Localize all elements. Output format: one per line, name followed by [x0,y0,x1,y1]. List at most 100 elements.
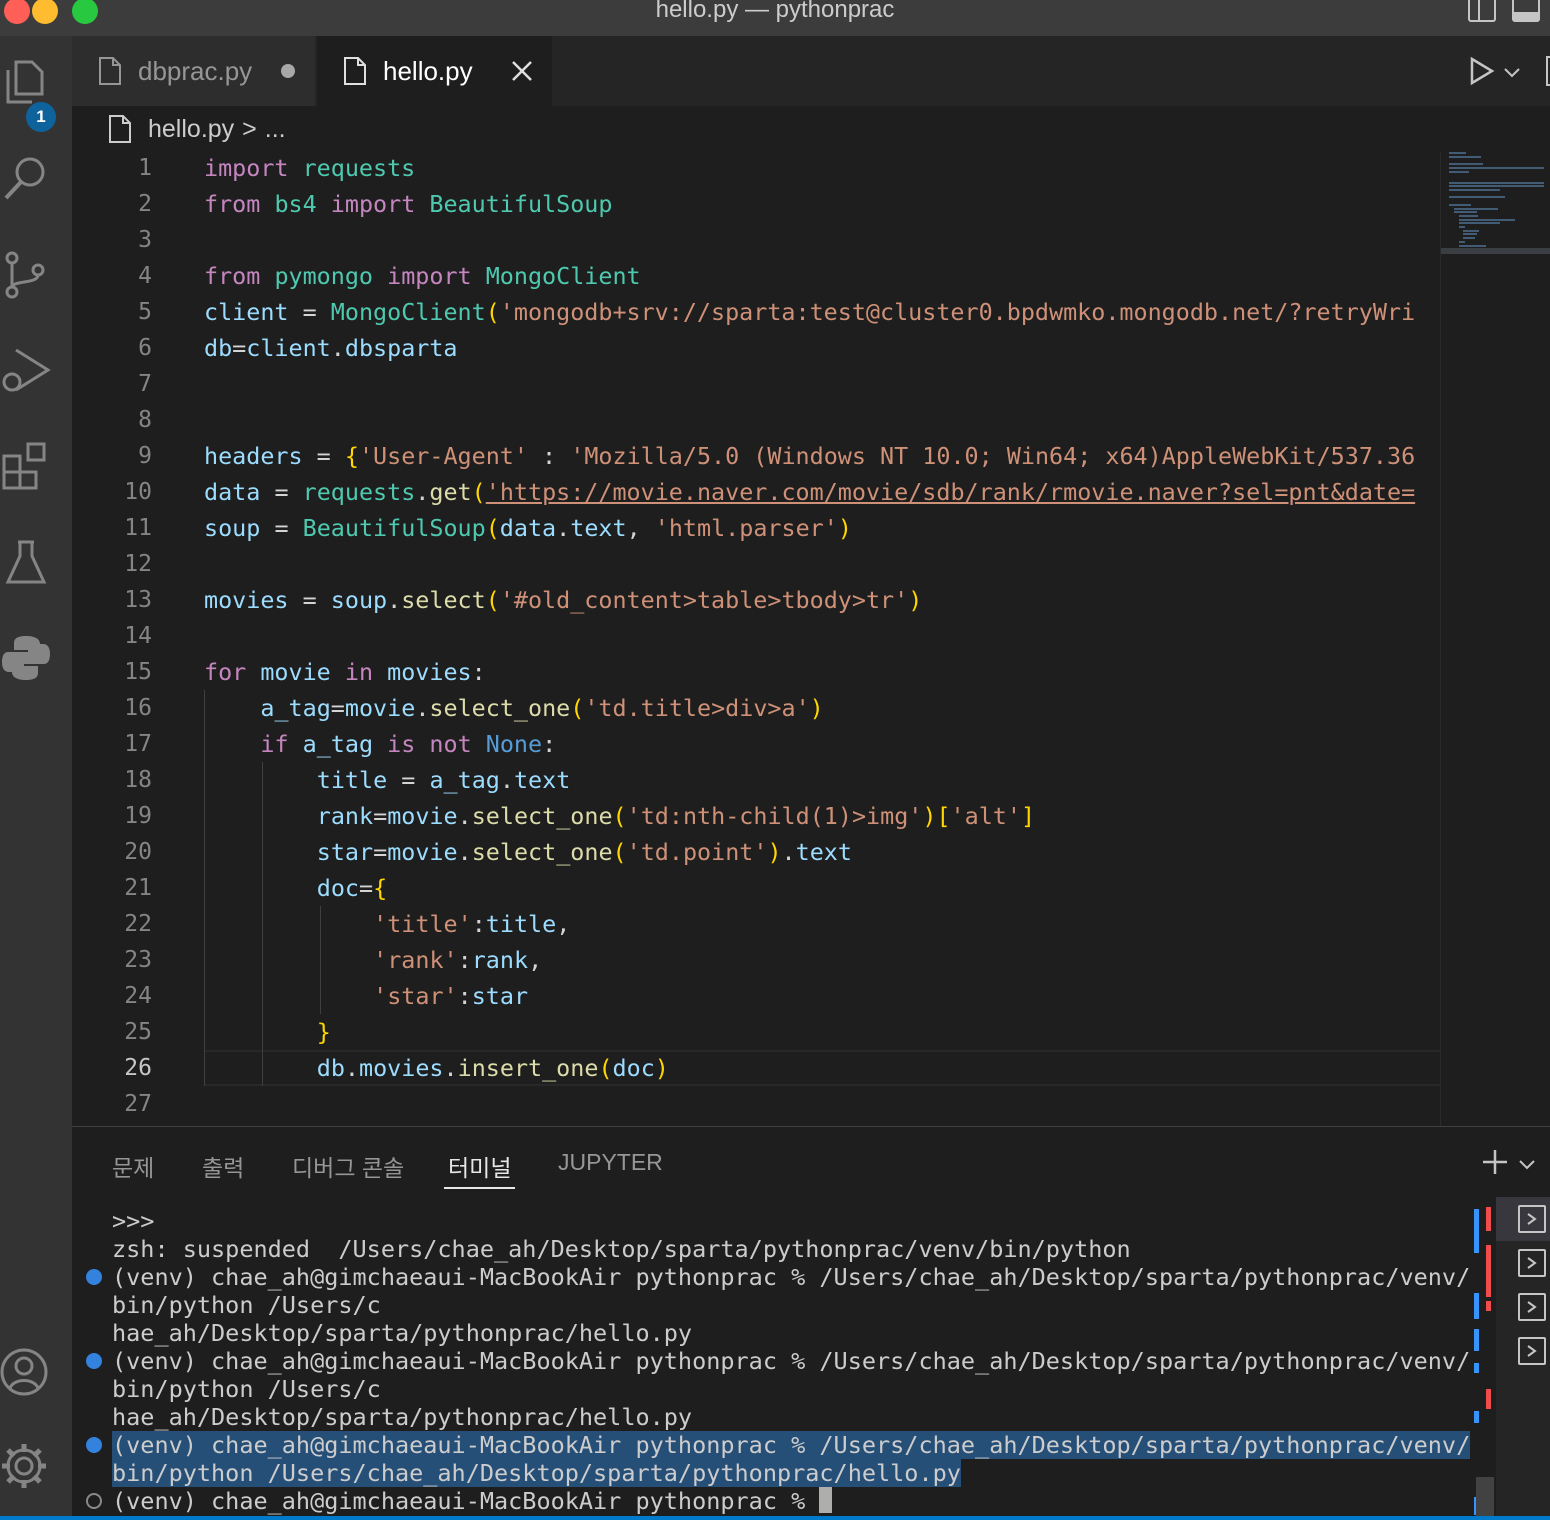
code-line: rank=movie.select_one('td:nth-child(1)>i… [316,802,1036,830]
status-bar-edge [0,1516,1550,1520]
tab-output[interactable]: 출력 [202,1149,244,1183]
minimap-line [1458,219,1515,221]
account-icon [0,1348,48,1396]
line-number: 8 [138,407,152,433]
new-terminal-plus-icon[interactable] [1480,1147,1510,1177]
terminal-line: hae_ah/Desktop/sparta/pythonprac/hello.p… [112,1319,693,1347]
terminal-line: (venv) chae_ah@gimchaeaui-MacBookAir pyt… [112,1263,1471,1291]
activity-run-debug[interactable] [0,344,56,400]
run-debug-icon [2,348,51,392]
tab-problems[interactable]: 문제 [112,1149,154,1183]
terminal[interactable]: >>> zsh: suspended /Users/chae_ah/Desktop… [72,1197,1478,1520]
terminal-scrollbar[interactable] [1474,1197,1496,1520]
activity-search[interactable] [0,152,56,208]
file-icon [344,57,366,85]
active-tab-indicator [444,1187,515,1189]
activity-explorer[interactable]: 1 [0,56,56,132]
line-number: 9 [138,443,152,469]
terminal-line: (venv) chae_ah@gimchaeaui-MacBookAir pyt… [112,1487,833,1515]
terminal-line: (venv) chae_ah@gimchaeaui-MacBookAir pyt… [112,1431,1471,1459]
terminal-line: bin/python /Users/c [112,1291,381,1319]
breadcrumb-symbols[interactable]: ... [265,115,286,144]
code-line: } [316,1018,331,1046]
chevron-down-icon[interactable] [1502,62,1522,82]
terminal-icon[interactable] [1518,1293,1546,1321]
terminal-icon[interactable] [1518,1249,1546,1277]
code-line: doc={ [316,874,388,902]
terminal-icon[interactable] [1518,1205,1546,1233]
breadcrumb: hello.py > ... [72,106,1550,152]
activity-manage[interactable] [0,1440,56,1496]
minimap-line [1449,156,1481,158]
command-pending-dot-icon[interactable] [86,1493,102,1509]
minimap-line [1449,196,1506,198]
tab-debug-console[interactable]: 디버그 콘솔 [292,1149,404,1183]
line-number: 2 [138,191,152,217]
line-number: 26 [124,1055,152,1081]
python-icon [2,636,50,680]
code-editor[interactable]: 1 2 3 4 5 6 7 8 9 10 11 12 13 14 15 16 17 18 19 20 21 22 23 24 2… [72,152,1440,1126]
gear-icon [2,1444,46,1488]
code-line: db=client.dbsparta [204,334,458,362]
line-number: 27 [124,1091,152,1117]
line-number: 3 [138,227,152,253]
code-line: data = requests.get('https://movie.naver… [204,478,1416,506]
tab-jupyter[interactable]: JUPYTER [558,1149,663,1176]
code-line: import requests [204,154,416,182]
run-python-file-button[interactable] [1466,56,1496,86]
source-control-icon [5,251,45,299]
file-icon [99,57,121,85]
breadcrumb-file[interactable]: hello.py [148,115,234,144]
close-icon[interactable] [508,57,536,85]
line-number: 7 [138,371,152,397]
activity-source-control[interactable] [0,248,56,304]
search-icon [4,157,45,200]
tab-label: dbprac.py [138,55,253,86]
line-number: 14 [124,623,152,649]
code-line: db.movies.insert_one(doc) [316,1054,669,1082]
toggle-sidebar-icon[interactable] [1468,0,1496,22]
tab-dbprac[interactable]: dbprac.py [72,36,315,106]
code-line: movies = soup.select('#old_content>table… [204,586,923,614]
code-line: 'star':star [373,982,529,1010]
terminal-icon[interactable] [1518,1337,1546,1365]
editor-tab-bar: dbprac.py hello.py [72,36,1550,106]
terminal-line: zsh: suspended /Users/chae_ah/Desktop/sp… [112,1235,1131,1263]
file-icon [109,115,131,143]
tab-hello[interactable]: hello.py [317,36,552,106]
chevron-down-icon[interactable] [1518,1155,1536,1173]
breadcrumb-separator: > [242,114,257,143]
code-line: from bs4 import BeautifulSoup [204,190,613,218]
line-number: 4 [138,263,152,289]
code-line: headers = {'User-Agent' : 'Mozilla/5.0 (… [204,442,1416,470]
window-title: hello.py — pythonprac [655,0,895,23]
terminal-line: bin/python /Users/c [112,1375,381,1403]
line-number: 24 [124,983,152,1009]
line-number: 16 [124,695,152,721]
terminal-line: bin/python /Users/chae_ah/Desktop/sparta… [112,1459,961,1487]
files-icon [6,60,44,104]
command-success-dot-icon[interactable] [86,1437,102,1453]
minimap-line [1458,245,1487,247]
activity-bar: 1 [0,36,72,1520]
split-editor-icon[interactable] [1546,56,1550,86]
minimap[interactable] [1440,152,1550,1126]
tab-terminal[interactable]: 터미널 [448,1149,511,1183]
minimap-line [1449,163,1484,165]
line-number: 11 [124,515,152,541]
activity-testing[interactable] [0,536,56,592]
code-line: for movie in movies: [204,658,486,686]
unsaved-dot-icon[interactable] [281,64,295,78]
terminal-line: (venv) chae_ah@gimchaeaui-MacBookAir pyt… [112,1347,1471,1375]
line-number: 22 [124,911,152,937]
minimap-viewport[interactable] [1441,248,1550,254]
activity-accounts[interactable] [0,1346,56,1402]
line-number: 19 [124,803,152,829]
activity-extensions[interactable] [0,440,56,496]
command-success-dot-icon[interactable] [86,1269,102,1285]
command-success-dot-icon[interactable] [86,1353,102,1369]
line-number: 1 [138,155,152,181]
activity-python[interactable] [0,632,56,688]
line-number: 5 [138,299,152,325]
toggle-panel-icon[interactable] [1512,0,1540,22]
